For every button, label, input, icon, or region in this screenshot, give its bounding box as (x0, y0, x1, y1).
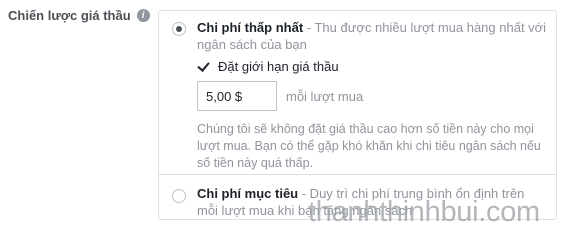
bid-strategy-options: Chi phí thấp nhất - Thu được nhiều lượt … (158, 10, 557, 220)
option-lowest-cost[interactable]: Chi phí thấp nhất - Thu được nhiều lượt … (159, 11, 556, 175)
bid-cap-notice: Chúng tôi sẽ không đặt giá thầu cao hơn … (197, 122, 541, 170)
info-icon[interactable]: i (136, 9, 150, 22)
bid-cap-input[interactable] (197, 81, 277, 111)
watermark: thanhthinhbui.com (308, 196, 540, 228)
option-lowest-cost-title: Chi phí thấp nhất (197, 20, 304, 35)
option-target-cost-title: Chi phí mục tiêu (197, 186, 299, 201)
bid-strategy-label: Chiến lược giá thầu i (8, 8, 150, 23)
checkmark-icon[interactable] (197, 60, 210, 73)
radio-lowest-cost[interactable] (172, 22, 186, 36)
bid-cap-suffix: mỗi lượt mua (286, 89, 364, 104)
option-lowest-cost-text: Chi phí thấp nhất - Thu được nhiều lượt … (197, 19, 547, 53)
bid-cap-checkbox-label: Đặt giới hạn giá thầu (218, 59, 339, 74)
bid-cap-checkbox-row[interactable]: Đặt giới hạn giá thầu (197, 59, 339, 74)
radio-target-cost[interactable] (172, 189, 186, 203)
bid-strategy-label-text: Chiến lược giá thầu (8, 8, 131, 23)
